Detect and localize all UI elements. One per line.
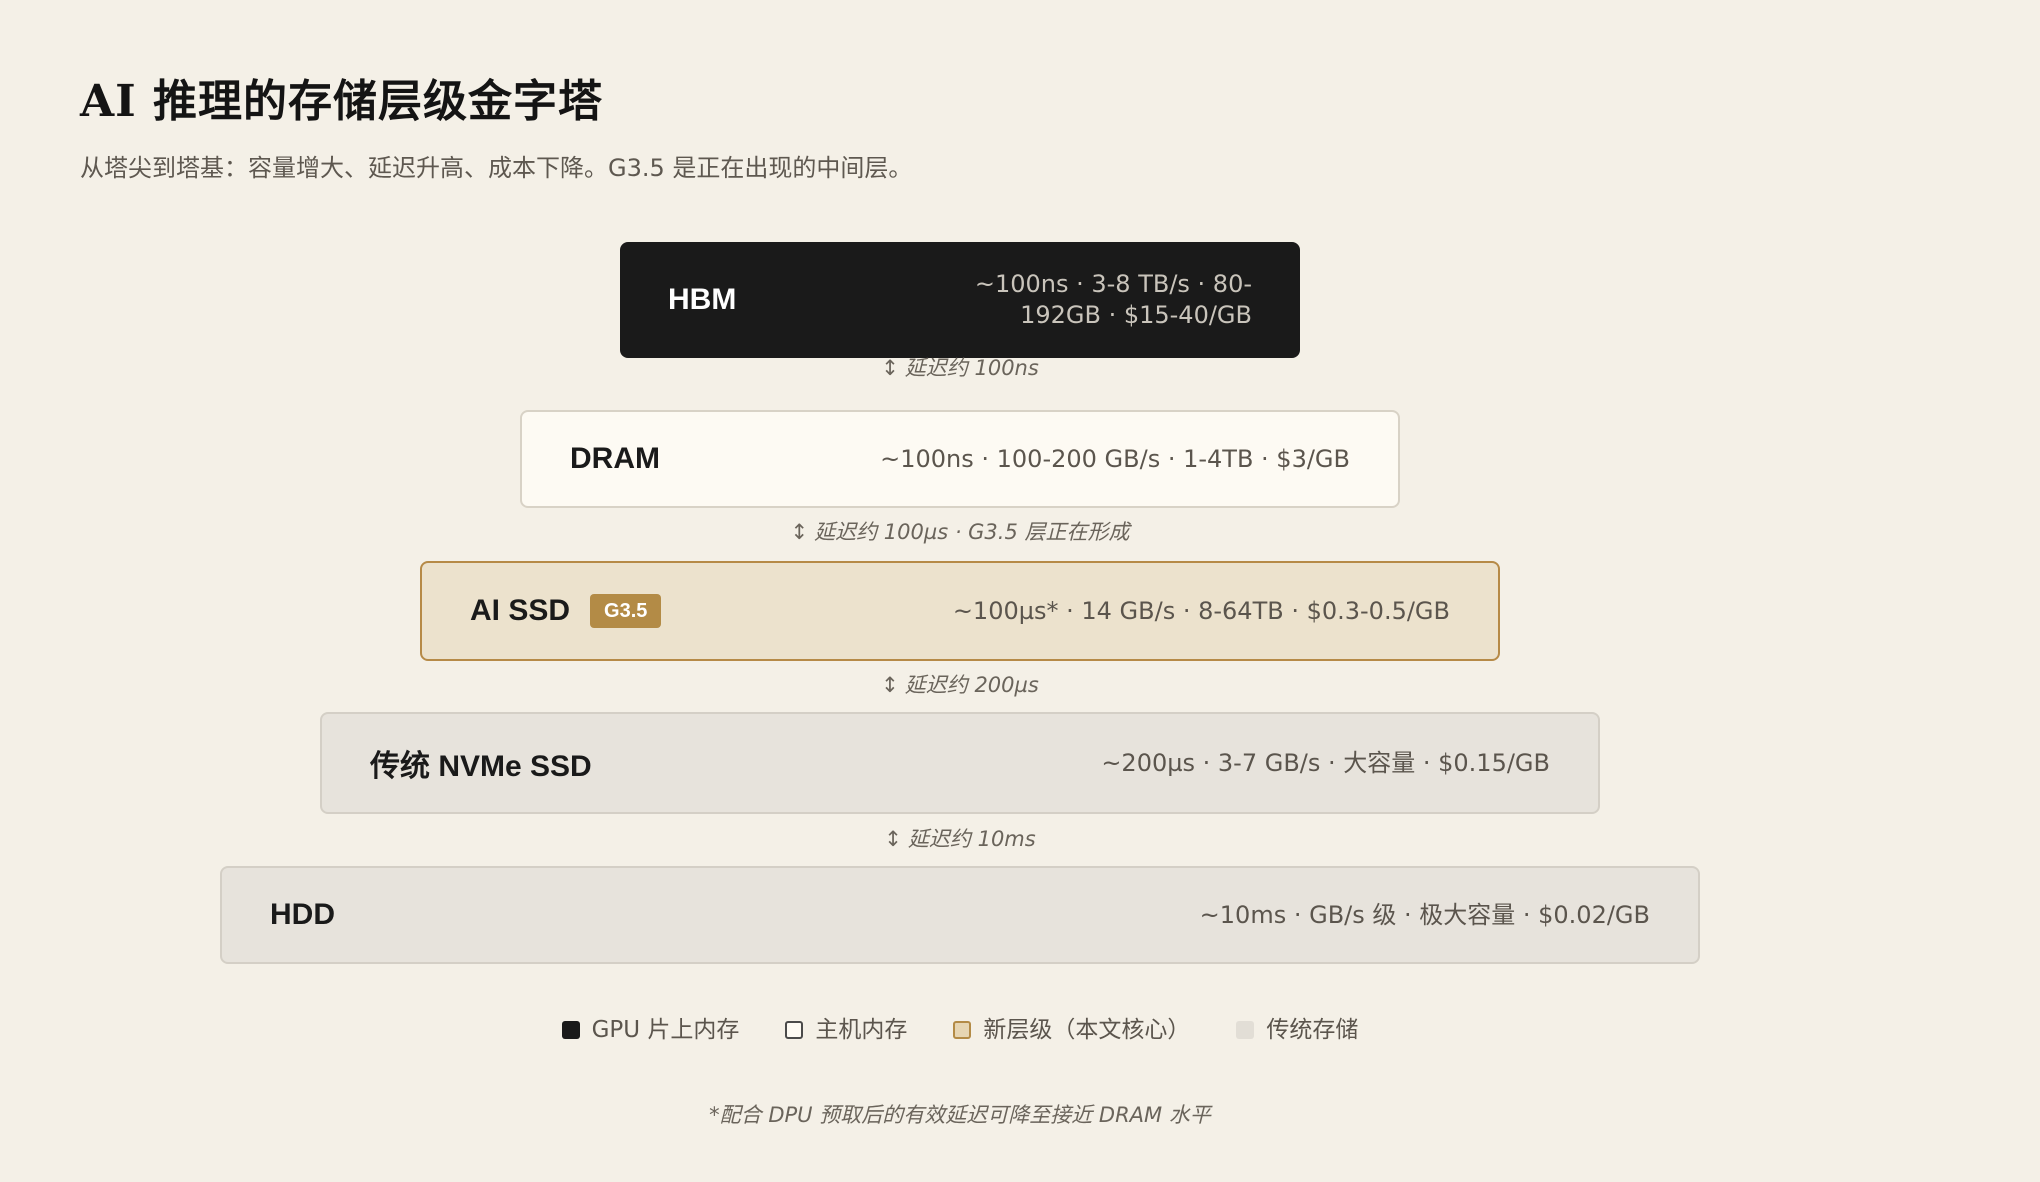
tier-dram: DRAM ~100ns · 100-200 GB/s · 1-4TB · $3/… <box>520 410 1400 508</box>
new-tier-swatch <box>953 1021 972 1039</box>
legend-item-legacy-storage: 传统存储 <box>1236 1012 1358 1048</box>
tier-nvme-left: 传统 NVMe SSD <box>370 741 592 785</box>
legend-label: 主机内存 <box>815 1017 908 1043</box>
legend-item-new-tier: 新层级（本文核心） <box>953 1012 1190 1048</box>
tier-dram-stats: ~100ns · 100-200 GB/s · 1-4TB · $3/GB <box>880 444 1350 473</box>
legend-item-gpu-memory: GPU 片上内存 <box>561 1012 740 1048</box>
legend: GPU 片上内存 主机内存 新层级（本文核心） 传统存储 <box>0 1012 1920 1048</box>
gpu-memory-swatch <box>561 1021 580 1039</box>
tier-nvme-name: 传统 NVMe SSD <box>370 750 592 783</box>
tier-dram-name: DRAM <box>570 442 660 475</box>
tier-ai-ssd-left: AI SSD G3.5 <box>470 594 662 628</box>
tier-dram-left: DRAM <box>570 442 660 476</box>
legend-label: 传统存储 <box>1266 1017 1359 1043</box>
page: AI 推理的存储层级金字塔 从塔尖到塔基：容量增大、延迟升高、成本下降。G3.5… <box>0 0 2040 1182</box>
legacy-storage-swatch <box>1236 1021 1255 1039</box>
tier-hbm-name: HBM <box>668 283 737 316</box>
connector-nvme-hdd: ↕ 延迟约 10ms <box>0 824 1920 854</box>
legend-label: 新层级（本文核心） <box>983 1017 1191 1043</box>
vertical-double-arrow-icon: ↕ <box>790 520 809 544</box>
legend-label: GPU 片上内存 <box>591 1017 740 1043</box>
legend-item-host-memory: 主机内存 <box>785 1012 907 1048</box>
tier-nvme-stats: ~200µs · 3-7 GB/s · 大容量 · $0.15/GB <box>1101 748 1550 777</box>
connector-dram-aissd: ↕ 延迟约 100µs · G3.5 层正在形成 <box>0 517 1920 547</box>
tier-ai-ssd-name: AI SSD <box>470 594 571 627</box>
connector-label: 延迟约 200µs <box>904 673 1039 697</box>
tier-hdd-name: HDD <box>270 898 335 931</box>
connector-label: 延迟约 10ms <box>907 827 1036 851</box>
vertical-double-arrow-icon: ↕ <box>881 673 899 697</box>
tier-hbm-left: HBM <box>668 283 736 317</box>
tier-hbm: HBM ~100ns · 3-8 TB/s · 80-192GB · $15-4… <box>620 242 1300 358</box>
connector-aissd-nvme: ↕ 延迟约 200µs <box>0 670 1920 700</box>
host-memory-swatch <box>785 1021 804 1039</box>
tier-nvme-ssd: 传统 NVMe SSD ~200µs · 3-7 GB/s · 大容量 · $0… <box>320 712 1600 814</box>
vertical-double-arrow-icon: ↕ <box>881 356 899 380</box>
connector-label: 延迟约 100ns <box>904 356 1039 380</box>
tier-ai-ssd: AI SSD G3.5 ~100µs* · 14 GB/s · 8-64TB ·… <box>420 561 1500 661</box>
footnote: *配合 DPU 预取后的有效延迟可降至接近 DRAM 水平 <box>709 1103 1211 1127</box>
tier-hdd-stats: ~10ms · GB/s 级 · 极大容量 · $0.02/GB <box>1199 900 1650 929</box>
tier-ai-ssd-stats: ~100µs* · 14 GB/s · 8-64TB · $0.3-0.5/GB <box>952 596 1450 625</box>
g35-badge: G3.5 <box>590 594 662 628</box>
tier-hdd: HDD ~10ms · GB/s 级 · 极大容量 · $0.02/GB <box>220 866 1700 964</box>
tier-hbm-stats: ~100ns · 3-8 TB/s · 80-192GB · $15-40/GB <box>974 270 1252 329</box>
connector-hbm-dram: ↕ 延迟约 100ns <box>0 353 1920 383</box>
tier-hdd-left: HDD <box>270 898 335 932</box>
storage-pyramid: HBM ~100ns · 3-8 TB/s · 80-192GB · $15-4… <box>0 0 2040 1182</box>
vertical-double-arrow-icon: ↕ <box>884 827 902 851</box>
connector-label: 延迟约 100µs · G3.5 层正在形成 <box>814 520 1130 544</box>
